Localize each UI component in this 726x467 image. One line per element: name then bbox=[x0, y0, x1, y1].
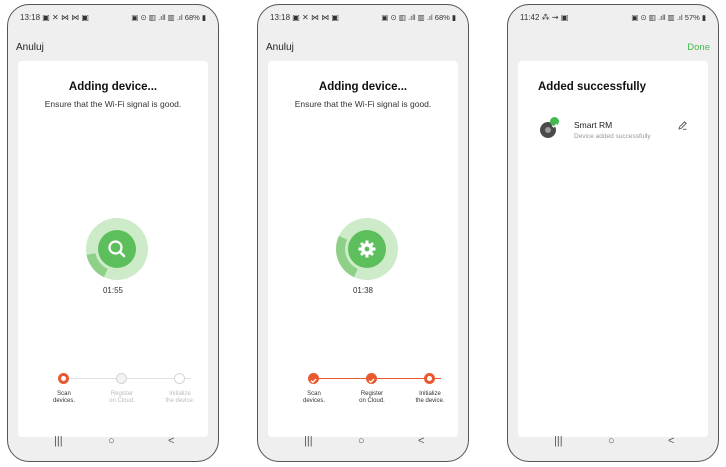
progress-ring bbox=[336, 218, 398, 280]
device-name: Smart RM bbox=[574, 120, 613, 130]
status-bar: 13:18 ▣ ✕ ⋈ ⋈ ▣ ▣ ⊙ ▥ .ıll ▥ .ıl 68% ▮ bbox=[258, 5, 468, 29]
status-right: ▣ ⊙ ▥ .ıll ▥ .ıl 57% ▮ bbox=[631, 12, 706, 22]
status-time: 13:18 bbox=[270, 12, 291, 22]
status-icons: ▣ ✕ ⋈ ⋈ ▣ bbox=[42, 12, 89, 22]
step-label-register: Register on Cloud. bbox=[109, 391, 135, 404]
step-label-scan: Scan devices. bbox=[302, 391, 325, 404]
recent-apps-button[interactable]: ||| bbox=[304, 435, 313, 447]
back-button[interactable]: < bbox=[168, 435, 174, 447]
success-check-icon bbox=[550, 117, 559, 128]
status-bar: 13:18 ▣ ✕ ⋈ ⋈ ▣ ▣ ⊙ ▥ .ıll ▥ .ıl 68% ▮ bbox=[8, 5, 218, 29]
step-label-scan: Scan devices. bbox=[52, 391, 75, 404]
phone-screen-success: 11:42 ⁂ ⇝ ▣ ▣ ⊙ ▥ .ıll ▥ .ıl 57% ▮ Done … bbox=[507, 4, 719, 462]
status-time: 13:18 bbox=[20, 12, 41, 22]
step-label-initialize: Initialize the device. bbox=[415, 391, 445, 404]
status-icons: ⁂ ⇝ ▣ bbox=[541, 12, 569, 22]
step-dot-scan bbox=[308, 373, 319, 384]
home-button[interactable]: ○ bbox=[108, 435, 115, 447]
status-time: 11:42 bbox=[520, 12, 540, 22]
check-icon bbox=[310, 378, 317, 384]
page-subtitle: Ensure that the Wi-Fi signal is good. bbox=[44, 99, 182, 109]
top-bar: Done bbox=[508, 37, 718, 57]
status-right: ▣ ⊙ ▥ .ıll ▥ .ıl 68% ▮ bbox=[131, 12, 206, 22]
cancel-button[interactable]: Anuluj bbox=[16, 42, 44, 53]
status-bar: 11:42 ⁂ ⇝ ▣ ▣ ⊙ ▥ .ıll ▥ .ıl 57% ▮ bbox=[508, 5, 718, 29]
edit-name-icon[interactable] bbox=[677, 120, 688, 134]
step-dot-initialize bbox=[174, 373, 185, 384]
phone-screen-registering: 13:18 ▣ ✕ ⋈ ⋈ ▣ ▣ ⊙ ▥ .ıll ▥ .ıl 68% ▮ A… bbox=[257, 4, 469, 462]
done-button[interactable]: Done bbox=[687, 42, 710, 53]
phone-screen-scanning: 13:18 ▣ ✕ ⋈ ⋈ ▣ ▣ ⊙ ▥ .ıll ▥ .ıl 68% ▮ A… bbox=[7, 4, 219, 462]
page-title: Adding device... bbox=[68, 81, 158, 93]
countdown-timer: 01:38 bbox=[352, 286, 374, 295]
page-title: Added successfully bbox=[538, 81, 647, 93]
back-button[interactable]: < bbox=[418, 435, 424, 447]
step-dot-register bbox=[366, 373, 377, 384]
step-label-register: Register on Cloud. bbox=[359, 391, 385, 404]
status-icons: ▣ ✕ ⋈ ⋈ ▣ bbox=[292, 12, 339, 22]
device-row[interactable]: Smart RM Device added successfully bbox=[536, 116, 698, 146]
success-card: Added successfully Smart RM Device added… bbox=[518, 61, 708, 437]
page-title: Adding device... bbox=[318, 81, 408, 93]
adding-card: Adding device... Ensure that the Wi-Fi s… bbox=[268, 61, 458, 437]
step-dot-scan bbox=[58, 373, 69, 384]
check-icon bbox=[368, 378, 375, 384]
back-button[interactable]: < bbox=[668, 435, 674, 447]
step-indicator: Scan devices. Register on Cloud. Initializ… bbox=[18, 373, 208, 423]
nav-bar: ||| ○ < bbox=[508, 433, 718, 455]
device-status: Device added successfully bbox=[574, 133, 651, 140]
top-bar: Anuluj bbox=[8, 37, 218, 57]
recent-apps-button[interactable]: ||| bbox=[54, 435, 63, 447]
step-label-initialize: Initialize the device. bbox=[165, 391, 195, 404]
top-bar: Anuluj bbox=[258, 37, 468, 57]
nav-bar: ||| ○ < bbox=[258, 433, 468, 455]
adding-card: Adding device... Ensure that the Wi-Fi s… bbox=[18, 61, 208, 437]
status-right: ▣ ⊙ ▥ .ıll ▥ .ıl 68% ▮ bbox=[381, 12, 456, 22]
step-dot-register bbox=[116, 373, 127, 384]
gear-icon bbox=[358, 240, 376, 258]
home-button[interactable]: ○ bbox=[358, 435, 365, 447]
countdown-timer: 01:55 bbox=[102, 286, 124, 295]
step-indicator: Scan devices. Register on Cloud. Initializ… bbox=[268, 373, 458, 423]
page-subtitle: Ensure that the Wi-Fi signal is good. bbox=[294, 99, 432, 109]
home-button[interactable]: ○ bbox=[608, 435, 615, 447]
recent-apps-button[interactable]: ||| bbox=[554, 435, 563, 447]
nav-bar: ||| ○ < bbox=[8, 433, 218, 455]
step-dot-initialize bbox=[424, 373, 435, 384]
progress-ring bbox=[86, 218, 148, 280]
cancel-button[interactable]: Anuluj bbox=[266, 42, 294, 53]
